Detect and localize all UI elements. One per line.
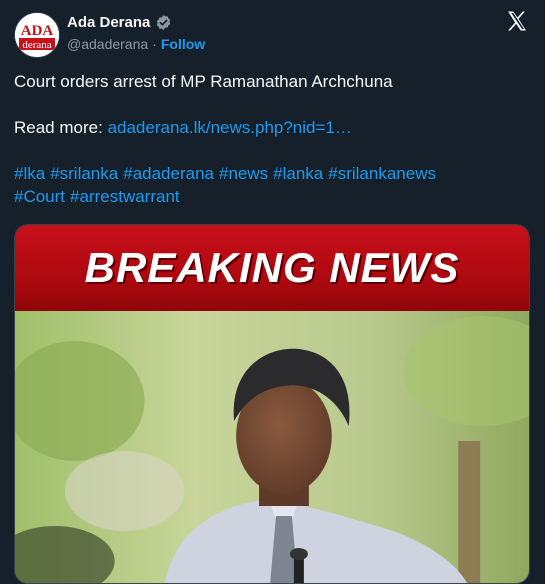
banner-text: BREAKING NEWS (84, 244, 460, 291)
hashtag[interactable]: #lanka (273, 164, 323, 183)
read-more-line: Read more: adaderana.lk/news.php?nid=1… (14, 116, 529, 139)
hashtag[interactable]: #Court (14, 187, 65, 206)
logo-text-top: ADA (21, 23, 54, 39)
tweet-header: ADA derana Ada Derana @adaderana · Follo… (14, 10, 531, 58)
tweet-text: Court orders arrest of MP Ramanathan Arc… (14, 72, 393, 91)
hashtags-line-1: #lka #srilanka #adaderana #news #lanka #srila… (14, 162, 529, 185)
hashtags-line-2: #Court #arrestwarrant (14, 185, 529, 208)
handle[interactable]: @adaderana (67, 36, 148, 52)
news-photo (15, 311, 529, 583)
tweet-media[interactable]: BREAKING NEWS (14, 224, 530, 584)
hashtag[interactable]: #lka (14, 164, 45, 183)
hashtag[interactable]: #news (219, 164, 268, 183)
name-row: Ada Derana (67, 14, 172, 31)
avatar[interactable]: ADA derana (14, 12, 60, 58)
separator: · (152, 36, 157, 52)
article-link[interactable]: adaderana.lk/news.php?nid=1… (108, 118, 352, 137)
tweet-body: Court orders arrest of MP Ramanathan Arc… (14, 70, 529, 208)
follow-button[interactable]: Follow (161, 36, 205, 52)
handle-row: @adaderana · Follow (67, 36, 205, 52)
logo-text-bottom: derana (22, 39, 51, 51)
read-more-prefix: Read more: (14, 118, 103, 137)
x-logo-icon[interactable] (505, 9, 529, 33)
breaking-news-banner: BREAKING NEWS (15, 225, 529, 311)
hashtag[interactable]: #srilankanews (328, 164, 436, 183)
display-name[interactable]: Ada Derana (67, 14, 150, 31)
hashtag[interactable]: #srilanka (50, 164, 118, 183)
ada-derana-logo-icon: ADA derana (15, 13, 59, 57)
hashtag[interactable]: #adaderana (123, 164, 214, 183)
hashtag[interactable]: #arrestwarrant (70, 187, 180, 206)
verified-badge-icon (155, 14, 172, 31)
